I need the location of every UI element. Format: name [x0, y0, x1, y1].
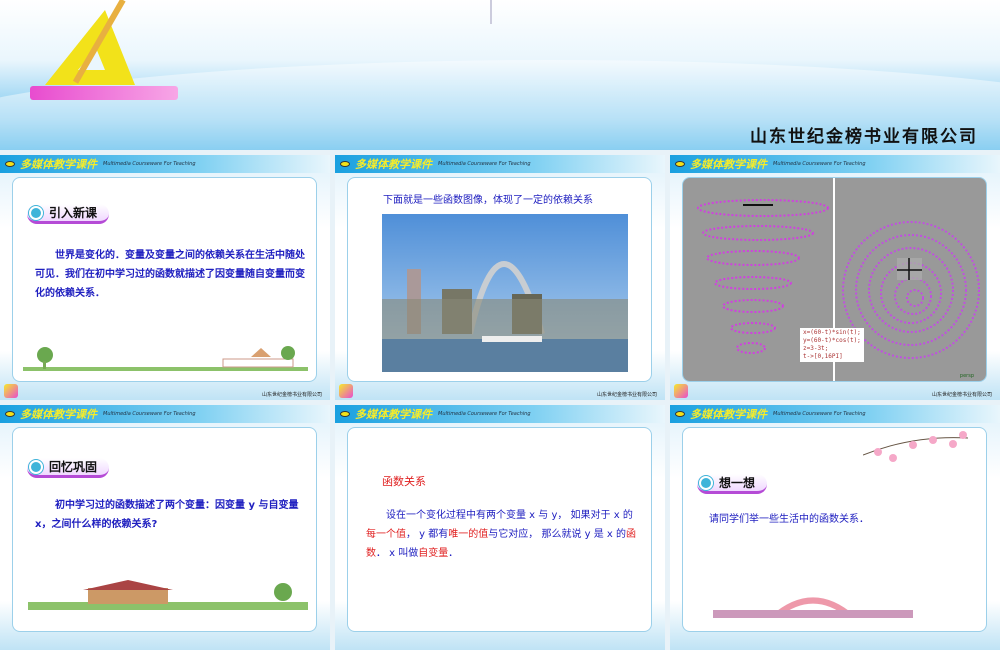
- brand-subtitle: Multimedia Courseware For Teaching: [773, 411, 866, 417]
- section-badge: 回忆巩固: [27, 458, 110, 478]
- view-label: persp: [959, 373, 974, 379]
- slide-header: 多媒体教学课件 Multimedia Courseware For Teachin…: [670, 405, 1000, 423]
- formula-line: z=3-3t;: [803, 345, 829, 352]
- badge-label: 回忆巩固: [49, 460, 98, 474]
- landscape-illustration: [23, 346, 308, 371]
- slide-header: 多媒体教学课件 Multimedia Courseware For Teachin…: [335, 155, 665, 173]
- brand-title: 多媒体教学课件: [20, 408, 97, 421]
- eye-icon: [5, 411, 15, 417]
- brand-title: 多媒体教学课件: [20, 158, 97, 171]
- text-run: ． x 叫做: [376, 548, 419, 559]
- highlight: 每一个值: [366, 529, 406, 540]
- brand-subtitle: Multimedia Courseware For Teaching: [438, 411, 531, 417]
- brand-subtitle: Multimedia Courseware For Teaching: [103, 411, 196, 417]
- text-run: 设在一个变化过程中有两个变量 x 与 y， 如果对于 x 的: [386, 510, 633, 521]
- caption: 下面就是一些函数图像，体现了一定的依赖关系: [383, 195, 593, 206]
- eye-icon: [5, 161, 15, 167]
- brand-title: 多媒体教学课件: [355, 408, 432, 421]
- brand-subtitle: Multimedia Courseware For Teaching: [438, 161, 531, 167]
- formula-line: t->[0,16PI]: [803, 353, 843, 360]
- definition-text: 设在一个变化过程中有两个变量 x 与 y， 如果对于 x 的每一个值， y 都有…: [366, 506, 641, 563]
- content-panel: 函数关系 设在一个变化过程中有两个变量 x 与 y， 如果对于 x 的每一个值，…: [347, 427, 652, 632]
- eye-icon: [675, 411, 685, 417]
- blossom-branch-illustration: [863, 431, 969, 462]
- section-heading: 函数关系: [382, 475, 426, 488]
- badge-label: 想一想: [719, 476, 756, 490]
- eye-icon: [340, 411, 350, 417]
- brand-title: 多媒体教学课件: [355, 158, 432, 171]
- content-panel: 想一想 请同学们举一些生活中的函数关系．: [682, 427, 987, 632]
- content-panel: x=(60-t)*sin(t); y=(60-t)*cos(t); z=3-3t…: [682, 177, 987, 382]
- logo-icon: [674, 384, 688, 398]
- slide-thumbnail-1[interactable]: 多媒体教学课件 Multimedia Courseware For Teachin…: [0, 155, 330, 400]
- slide-header: 多媒体教学课件 Multimedia Courseware For Teachin…: [0, 155, 330, 173]
- badge-label: 引入新课: [49, 206, 98, 220]
- slide-footer: 山东世纪金榜书业有限公司: [931, 392, 992, 398]
- slide-header: 多媒体教学课件 Multimedia Courseware For Teachin…: [670, 155, 1000, 173]
- brand-title: 多媒体教学课件: [690, 158, 767, 171]
- title-banner: 山东世纪金榜书业有限公司: [0, 0, 1000, 150]
- body-text: 初中学习过的函数描述了两个变量：因变量 y 与自变量 x，之间什么样的依赖关系?: [35, 500, 299, 530]
- formula-line: x=(60-t)*sin(t);: [803, 329, 861, 336]
- formula-box: x=(60-t)*sin(t); y=(60-t)*cos(t); z=3-3t…: [800, 328, 864, 362]
- brand-title: 多媒体教学课件: [690, 408, 767, 421]
- logo-icon: [4, 384, 18, 398]
- slide-thumbnail-6[interactable]: 多媒体教学课件 Multimedia Courseware For Teachin…: [670, 405, 1000, 650]
- village-illustration: [28, 580, 308, 610]
- highlight: 唯一的值: [448, 529, 489, 540]
- content-panel: 引入新课 世界是变化的．变量及变量之间的依赖关系在生活中随处可见．我们在初中学习…: [12, 177, 317, 382]
- slide-header: 多媒体教学课件 Multimedia Courseware For Teachin…: [335, 405, 665, 423]
- body-text: 世界是变化的．变量及变量之间的依赖关系在生活中随处可见．我们在初中学习过的函数就…: [35, 250, 305, 299]
- slide-thumbnail-2[interactable]: 多媒体教学课件 Multimedia Courseware For Teachin…: [335, 155, 665, 400]
- content-panel: 回忆巩固 初中学习过的函数描述了两个变量：因变量 y 与自变量 x，之间什么样的…: [12, 427, 317, 632]
- eye-icon: [340, 161, 350, 167]
- slide-footer: 山东世纪金榜书业有限公司: [261, 392, 322, 398]
- brand-subtitle: Multimedia Courseware For Teaching: [773, 161, 866, 167]
- body-text: 请同学们举一些生活中的函数关系．: [709, 514, 869, 525]
- formula-line: y=(60-t)*cos(t);: [803, 337, 861, 344]
- slide-footer: 山东世纪金榜书业有限公司: [596, 392, 657, 398]
- slide-header: 多媒体教学课件 Multimedia Courseware For Teachin…: [0, 405, 330, 423]
- eye-icon: [675, 161, 685, 167]
- text-run: ．: [448, 548, 459, 559]
- slide-thumbnail-5[interactable]: 多媒体教学课件 Multimedia Courseware For Teachin…: [335, 405, 665, 650]
- section-badge: 引入新课: [27, 204, 110, 224]
- slide-thumbnail-3[interactable]: 多媒体教学课件 Multimedia Courseware For Teachin…: [670, 155, 1000, 400]
- arrow-circle-icon: [699, 476, 713, 490]
- gateway-arch-photo: [382, 214, 628, 372]
- slide-thumbnail-4[interactable]: 多媒体教学课件 Multimedia Courseware For Teachin…: [0, 405, 330, 650]
- arrow-circle-icon: [29, 206, 43, 220]
- brand-subtitle: Multimedia Courseware For Teaching: [103, 161, 196, 167]
- content-panel: 下面就是一些函数图像，体现了一定的依赖关系: [347, 177, 652, 382]
- ruler-icon: [30, 86, 178, 100]
- company-name: 山东世纪金榜书业有限公司: [750, 127, 978, 147]
- text-run: ， y 都有: [406, 529, 449, 540]
- highlight: 自变量: [418, 548, 449, 559]
- section-badge: 想一想: [697, 474, 768, 494]
- text-run: 与它对应， 那么就说 y 是 x 的: [488, 529, 627, 540]
- divider: [490, 0, 492, 24]
- arrow-circle-icon: [29, 460, 43, 474]
- flower-arch-illustration: [713, 597, 913, 618]
- logo-icon: [339, 384, 353, 398]
